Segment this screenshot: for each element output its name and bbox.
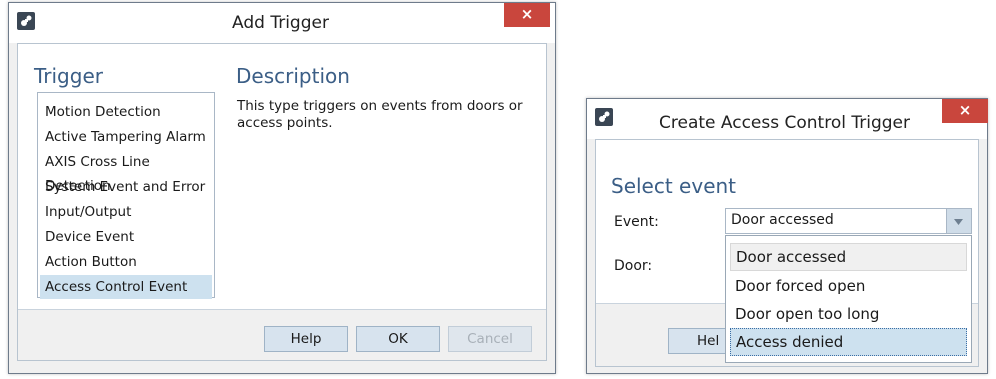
description-text: This type triggers on events from doors …: [237, 98, 523, 131]
help-button[interactable]: Help: [264, 326, 348, 352]
create-trigger-titlebar[interactable]: Create Access Control Trigger ×: [587, 99, 988, 139]
list-item[interactable]: Active Tampering Alarm: [40, 125, 212, 149]
close-icon: ×: [520, 5, 534, 23]
axis-camera-station-icon: [595, 108, 613, 126]
event-label: Event:: [614, 214, 659, 230]
dialog-title: Add Trigger: [232, 13, 329, 33]
event-combobox[interactable]: Door accessed: [725, 208, 972, 234]
dialog-footer: Help OK Cancel: [18, 309, 546, 360]
dialog-title: Create Access Control Trigger: [659, 113, 910, 133]
create-trigger-body: Select event Event: Door: Hel Door acces…: [595, 139, 979, 367]
close-button[interactable]: ×: [504, 3, 550, 27]
list-item[interactable]: Action Button: [40, 250, 212, 274]
list-item[interactable]: Motion Detection: [40, 100, 212, 124]
event-selected-value: Door accessed: [731, 212, 834, 228]
trigger-heading: Trigger: [34, 64, 103, 88]
cancel-button[interactable]: Cancel: [448, 326, 532, 352]
add-trigger-titlebar[interactable]: Add Trigger ×: [9, 3, 555, 43]
list-item[interactable]: Input/Output: [40, 200, 212, 224]
dropdown-option[interactable]: Door accessed: [730, 243, 967, 271]
trigger-type-list[interactable]: Motion Detection Active Tampering Alarm …: [37, 92, 215, 299]
dropdown-option-highlighted[interactable]: Access denied: [730, 328, 967, 356]
dropdown-button[interactable]: [946, 209, 971, 233]
description-heading: Description: [236, 64, 350, 88]
list-item[interactable]: Device Event: [40, 225, 212, 249]
chevron-down-icon: [954, 219, 963, 225]
close-icon: ×: [958, 101, 972, 119]
dropdown-option[interactable]: Door open too long: [730, 300, 967, 328]
list-item[interactable]: System Event and Error: [40, 175, 212, 199]
dropdown-option[interactable]: Door forced open: [730, 272, 967, 300]
list-item-selected[interactable]: Access Control Event: [40, 275, 212, 299]
ok-button[interactable]: OK: [356, 326, 440, 352]
add-trigger-dialog: Add Trigger × Trigger Description Motion…: [8, 2, 556, 374]
add-trigger-body: Trigger Description Motion Detection Act…: [17, 43, 547, 361]
axis-camera-station-icon: [17, 12, 35, 30]
create-access-control-trigger-dialog: Create Access Control Trigger × Select e…: [586, 98, 988, 374]
event-dropdown-list[interactable]: Door accessed Door forced open Door open…: [725, 235, 972, 363]
door-label: Door:: [614, 258, 653, 274]
select-event-heading: Select event: [611, 174, 737, 198]
list-item[interactable]: AXIS Cross Line Detection: [40, 150, 212, 194]
close-button[interactable]: ×: [942, 99, 988, 123]
